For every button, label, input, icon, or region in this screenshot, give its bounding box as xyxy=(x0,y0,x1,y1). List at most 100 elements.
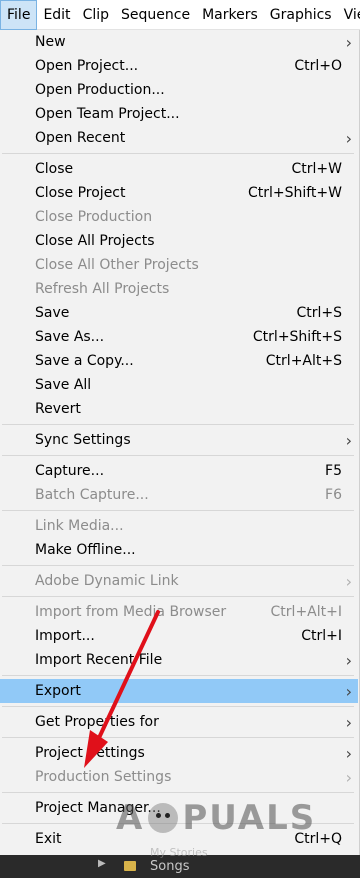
menu-item-label: Close All Projects xyxy=(35,233,155,249)
menu-item-shortcut: F5 xyxy=(325,463,342,479)
menu-item-label: Open Project... xyxy=(35,58,139,74)
menu-item-label: Open Team Project... xyxy=(35,106,180,122)
chevron-right-icon: › xyxy=(345,128,352,148)
menu-item-shortcut: Ctrl+Alt+I xyxy=(270,604,342,620)
menu-separator xyxy=(2,737,354,738)
menu-item-label: Import from Media Browser xyxy=(35,604,227,620)
menu-item-label: Production Settings xyxy=(35,769,172,785)
menu-item-import[interactable]: Import... Ctrl+I xyxy=(0,624,358,648)
menu-separator xyxy=(2,424,354,425)
menu-item-sync-settings[interactable]: Sync Settings › xyxy=(0,428,358,452)
menu-item-open-project[interactable]: Open Project... Ctrl+O xyxy=(0,54,358,78)
menu-item-label: Import... xyxy=(35,628,95,644)
menu-item-new[interactable]: New › xyxy=(0,30,358,54)
menu-separator xyxy=(2,510,354,511)
menu-item-label: Close xyxy=(35,161,74,177)
menu-item-import-recent-file[interactable]: Import Recent File › xyxy=(0,648,358,672)
menu-item-project-manager[interactable]: Project Manager... xyxy=(0,796,358,820)
menu-item-label: Link Media... xyxy=(35,518,124,534)
menu-item-save-all[interactable]: Save All xyxy=(0,373,358,397)
menu-item-capture[interactable]: Capture... F5 xyxy=(0,459,358,483)
menu-item-open-team-project[interactable]: Open Team Project... xyxy=(0,102,358,126)
file-menu: New › Open Project... Ctrl+O Open Producti… xyxy=(0,30,360,855)
menu-item-shortcut: Ctrl+S xyxy=(296,305,342,321)
menu-item-revert[interactable]: Revert xyxy=(0,397,358,421)
menu-edit[interactable]: Edit xyxy=(37,0,76,30)
menu-item-shortcut: F6 xyxy=(325,487,342,503)
menu-separator xyxy=(2,455,354,456)
menu-item-close[interactable]: Close Ctrl+W xyxy=(0,157,358,181)
menu-separator xyxy=(2,823,354,824)
chevron-right-icon: › xyxy=(345,430,352,450)
chevron-right-icon: › xyxy=(345,743,352,763)
menu-item-export[interactable]: Export › xyxy=(0,679,358,703)
menu-separator xyxy=(2,792,354,793)
menu-item-label: Exit xyxy=(35,831,62,847)
chevron-right-icon: › xyxy=(345,767,352,787)
menu-item-import-from-media-browser: Import from Media Browser Ctrl+Alt+I xyxy=(0,600,358,624)
menu-item-label: Open Recent xyxy=(35,130,126,146)
menu-item-close-all-projects[interactable]: Close All Projects xyxy=(0,229,358,253)
menu-item-batch-capture: Batch Capture... F6 xyxy=(0,483,358,507)
menu-view[interactable]: View xyxy=(338,0,360,30)
menu-item-production-settings: Production Settings › xyxy=(0,765,358,789)
menu-item-shortcut: Ctrl+Shift+S xyxy=(252,329,342,345)
menu-item-shortcut: Ctrl+W xyxy=(291,161,342,177)
menu-item-label: Close Production xyxy=(35,209,153,225)
chevron-right-icon: › xyxy=(345,712,352,732)
menu-item-label: Save All xyxy=(35,377,92,393)
menu-item-adobe-dynamic-link: Adobe Dynamic Link › xyxy=(0,569,358,593)
menu-item-refresh-all-projects: Refresh All Projects xyxy=(0,277,358,301)
menu-item-label: Save As... xyxy=(35,329,105,345)
menu-item-make-offline[interactable]: Make Offline... xyxy=(0,538,358,562)
menu-item-link-media: Link Media... xyxy=(0,514,358,538)
menu-item-label: Export xyxy=(35,683,81,699)
menu-item-label: Project Manager... xyxy=(35,800,161,816)
menu-clip[interactable]: Clip xyxy=(77,0,115,30)
menu-item-label: Revert xyxy=(35,401,81,417)
menu-item-save[interactable]: Save Ctrl+S xyxy=(0,301,358,325)
menu-item-label: Import Recent File xyxy=(35,652,163,668)
folder-icon xyxy=(124,861,136,871)
menu-item-project-settings[interactable]: Project Settings › xyxy=(0,741,358,765)
menu-separator xyxy=(2,153,354,154)
chevron-right-icon: › xyxy=(345,32,352,52)
menu-separator xyxy=(2,565,354,566)
menu-markers[interactable]: Markers xyxy=(196,0,264,30)
menu-item-label: Get Properties for xyxy=(35,714,159,730)
chevron-right-icon: › xyxy=(345,650,352,670)
chevron-right-icon: › xyxy=(345,571,352,591)
menu-item-save-as[interactable]: Save As... Ctrl+Shift+S xyxy=(0,325,358,349)
menu-item-close-all-other-projects: Close All Other Projects xyxy=(0,253,358,277)
menu-item-label: Make Offline... xyxy=(35,542,136,558)
menu-item-shortcut: Ctrl+Shift+W xyxy=(247,185,342,201)
menu-item-label: Batch Capture... xyxy=(35,487,149,503)
menu-item-save-a-copy[interactable]: Save a Copy... Ctrl+Alt+S xyxy=(0,349,358,373)
menu-item-label: Save a Copy... xyxy=(35,353,134,369)
menu-item-label: Sync Settings xyxy=(35,432,131,448)
menu-bar: File Edit Clip Sequence Markers Graphics… xyxy=(0,0,360,30)
menu-separator xyxy=(2,706,354,707)
menu-item-open-production[interactable]: Open Production... xyxy=(0,78,358,102)
menu-item-label: Adobe Dynamic Link xyxy=(35,573,179,589)
ghost-label: My Stories xyxy=(150,846,208,859)
disclosure-triangle-icon[interactable]: ▶ xyxy=(98,858,106,869)
menu-file[interactable]: File xyxy=(0,0,38,30)
menu-item-label: Open Production... xyxy=(35,82,165,98)
chevron-right-icon: › xyxy=(345,681,352,701)
folder-label-songs[interactable]: Songs xyxy=(150,859,189,874)
menu-item-shortcut: Ctrl+O xyxy=(294,58,342,74)
menu-item-label: Close All Other Projects xyxy=(35,257,199,273)
menu-separator xyxy=(2,596,354,597)
menu-item-label: Refresh All Projects xyxy=(35,281,170,297)
menu-item-label: Close Project xyxy=(35,185,126,201)
menu-item-get-properties-for[interactable]: Get Properties for › xyxy=(0,710,358,734)
menu-item-label: New xyxy=(35,34,66,50)
menu-item-open-recent[interactable]: Open Recent › xyxy=(0,126,358,150)
menu-item-label: Capture... xyxy=(35,463,105,479)
menu-sequence[interactable]: Sequence xyxy=(115,0,196,30)
menu-item-close-production: Close Production xyxy=(0,205,358,229)
menu-item-shortcut: Ctrl+I xyxy=(301,628,342,644)
menu-graphics[interactable]: Graphics xyxy=(264,0,338,30)
menu-item-close-project[interactable]: Close Project Ctrl+Shift+W xyxy=(0,181,358,205)
